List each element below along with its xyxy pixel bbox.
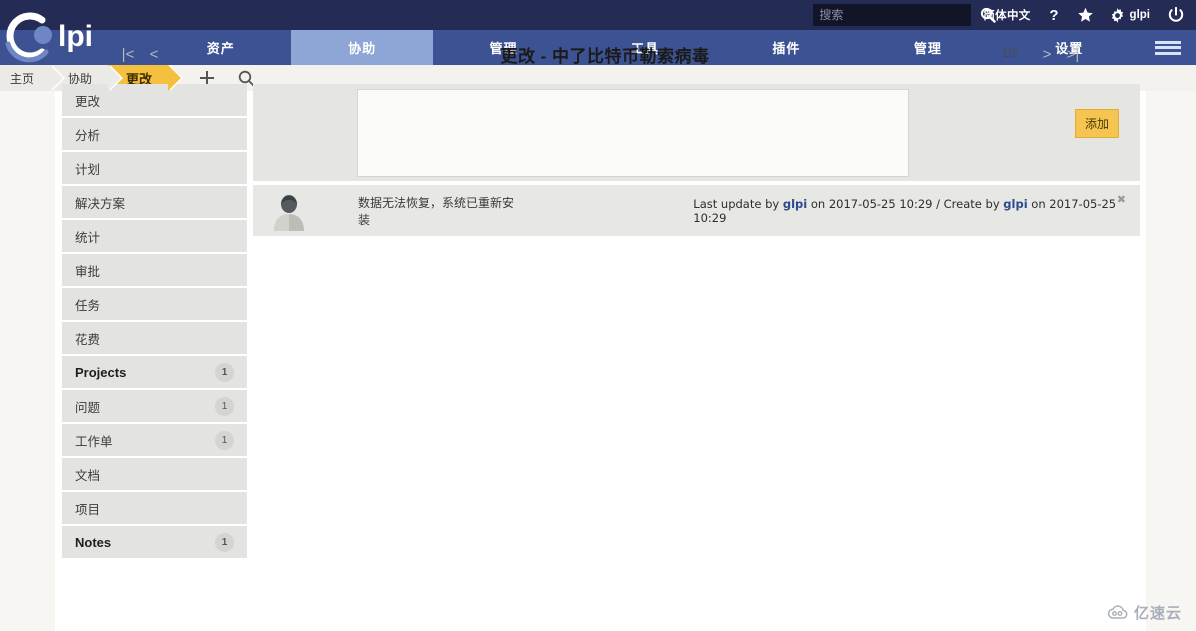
svg-text:?: ? <box>1049 7 1058 23</box>
sidebar-item-label: 计划 <box>75 162 101 177</box>
sidebar-item-badge: 1 <box>215 532 234 552</box>
sidebar-item-statistics[interactable]: 统计 <box>62 220 247 252</box>
pager-right: 1/2 > >| <box>1002 41 1086 67</box>
note-text: 数据无法恢复，系统已重新安装 <box>358 195 515 227</box>
search-icon <box>981 7 997 23</box>
sidebar-item-badge: 1 <box>215 362 234 382</box>
add-note-button[interactable]: 添加 <box>1074 109 1119 138</box>
sidebar-item-label: 审批 <box>75 264 101 279</box>
note-list-item: 数据无法恢复，系统已重新安装 Last update by glpi on 20… <box>253 185 1140 236</box>
sidebar-item-label: 问题 <box>75 400 101 415</box>
help-button[interactable]: ? <box>1047 7 1061 23</box>
sidebar-item-solution[interactable]: 解决方案 <box>62 186 247 218</box>
sidebar-item-projects[interactable]: Projects 1 <box>62 356 247 388</box>
sidebar-item-problems[interactable]: 问题 1 <box>62 390 247 422</box>
record-tabs-sidebar: 更改 分析 计划 解决方案 统计 审批 任务 花费 Projects 1 问题 … <box>62 84 247 560</box>
note-compose-box: 添加 <box>253 84 1140 181</box>
sidebar-item-notes[interactable]: Notes 1 <box>62 526 247 558</box>
sidebar-item-label: Notes <box>75 534 112 550</box>
sidebar-item-plan[interactable]: 计划 <box>62 152 247 184</box>
record-header: |< < 清单 更改 - 中了比特币勒索病毒 1/2 > >| <box>55 30 1146 78</box>
sidebar-item-cost[interactable]: 花费 <box>62 322 247 354</box>
sidebar-item-analysis[interactable]: 分析 <box>62 118 247 150</box>
page-counter: 1/2 <box>1002 48 1018 60</box>
logout-button[interactable] <box>1168 7 1184 23</box>
cloud-icon <box>1107 604 1128 619</box>
last-page-icon[interactable]: >| <box>1060 41 1086 67</box>
watermark: 亿速云 <box>1107 602 1182 623</box>
power-icon <box>1168 7 1184 22</box>
sidebar-item-tickets[interactable]: 工作单 1 <box>62 424 247 456</box>
next-page-icon[interactable]: > <box>1034 41 1060 67</box>
star-icon <box>1077 7 1093 22</box>
sidebar-item-label: 统计 <box>75 230 101 245</box>
question-mark-icon: ? <box>1049 7 1058 23</box>
breadcrumb-item-home[interactable]: 主页 <box>0 65 66 91</box>
page-title: 更改 - 中了比特币勒索病毒 <box>500 46 710 66</box>
first-page-icon[interactable]: |< <box>115 41 141 67</box>
sidebar-item-badge: 1 <box>215 396 234 416</box>
sidebar-item-documents[interactable]: 文档 <box>62 458 247 490</box>
sidebar-item-task[interactable]: 任务 <box>62 288 247 320</box>
sidebar-item-label: 文档 <box>75 468 101 483</box>
watermark-text: 亿速云 <box>1133 605 1182 622</box>
note-meta-updater[interactable]: glpi <box>783 197 807 211</box>
sidebar-item-label: 花费 <box>75 332 101 347</box>
note-meta-creator[interactable]: glpi <box>1003 197 1027 211</box>
note-meta-prefix: Last update by <box>693 196 783 211</box>
note-textarea[interactable] <box>357 88 909 177</box>
global-search[interactable] <box>813 4 997 26</box>
gear-icon <box>1111 7 1123 23</box>
note-meta-middle: on 2017-05-25 10:29 / Create by <box>807 196 1004 211</box>
user-settings-button[interactable]: glpi <box>1110 7 1150 23</box>
sidebar-item-label: Projects <box>75 364 127 380</box>
hamburger-menu-icon[interactable] <box>1140 30 1196 65</box>
sidebar-item-label: 解决方案 <box>75 196 126 211</box>
sidebar-item-label: 任务 <box>75 298 101 313</box>
top-bar: 简体中文 ? glpi <box>0 0 1196 30</box>
previous-page-icon[interactable]: < <box>141 41 167 67</box>
sidebar-item-approval[interactable]: 审批 <box>62 254 247 286</box>
sidebar-item-label: 更改 <box>75 94 101 109</box>
notes-panel: 添加 数据无法恢复，系统已重新安装 Last update by glpi on… <box>253 84 1140 236</box>
avatar <box>269 191 309 231</box>
favorites-button[interactable] <box>1077 7 1094 23</box>
close-icon[interactable]: ✖ <box>1117 193 1126 206</box>
username-label: glpi <box>1129 9 1150 21</box>
search-input[interactable] <box>813 4 981 26</box>
user-avatar-icon <box>274 194 304 231</box>
search-submit-button[interactable] <box>980 4 997 26</box>
note-metadata: Last update by glpi on 2017-05-25 10:29 … <box>693 197 1140 225</box>
sidebar-item-label: 工作单 <box>75 434 113 449</box>
sidebar-item-badge: 1 <box>215 430 234 450</box>
sidebar-item-items[interactable]: 项目 <box>62 492 247 524</box>
sidebar-item-label: 项目 <box>75 502 101 517</box>
sidebar-item-change[interactable]: 更改 <box>62 84 247 116</box>
sidebar-item-label: 分析 <box>75 128 101 143</box>
